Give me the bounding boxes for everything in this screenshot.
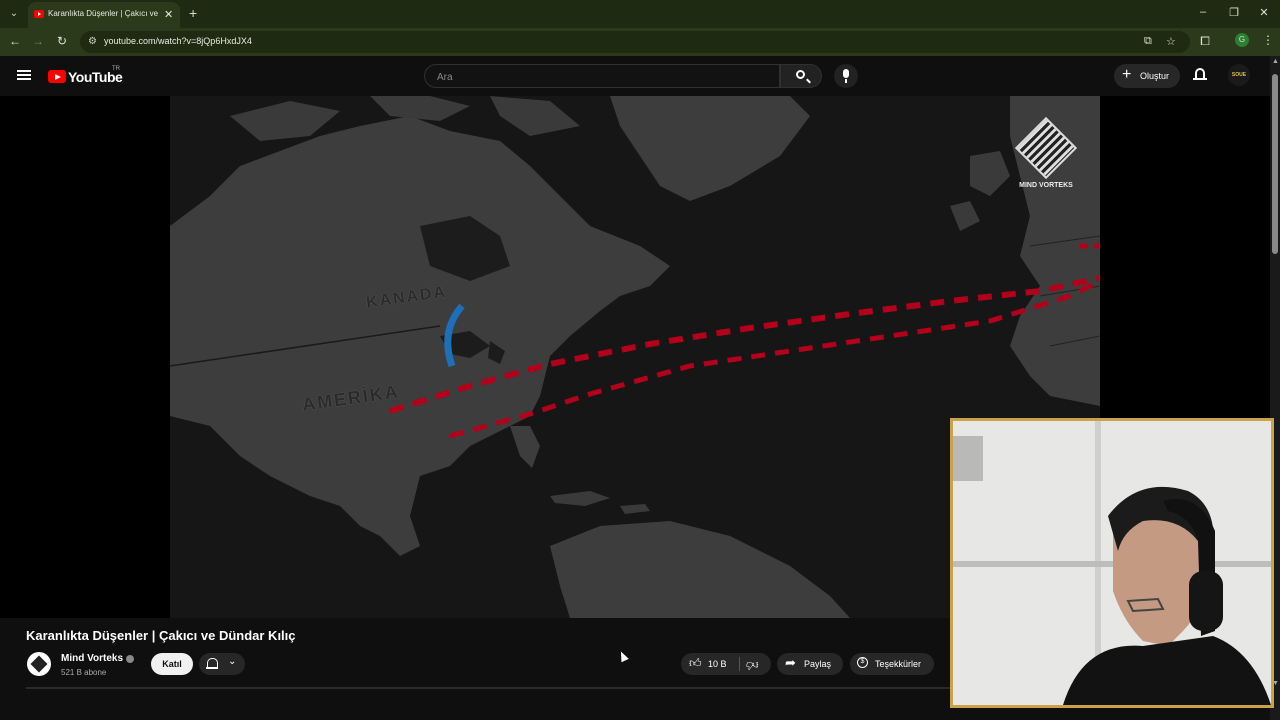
menu-icon[interactable]: ⋮ [1262,33,1274,47]
voice-search-button[interactable] [834,64,858,88]
dislike-icon[interactable]: 👍︎ [746,657,759,672]
subscriber-count: 521 B abone [61,668,107,677]
chevron-down-icon: ⌄ [228,656,237,667]
share-button[interactable]: ➦ Paylaş [777,653,843,675]
install-icon[interactable]: ⧉ [1144,35,1152,48]
mind-vorteks-logo-icon [1014,116,1078,180]
window-close-icon[interactable]: ✕ [1257,6,1271,19]
search-input[interactable] [435,65,769,89]
scroll-up-icon[interactable]: ▲ [1272,58,1279,65]
channel-watermark: MIND VORTEKS [1010,116,1082,189]
divider [739,657,740,671]
thanks-button[interactable]: $ Teşekkürler [850,653,934,675]
bell-icon[interactable] [1193,68,1207,80]
verified-icon [126,655,134,663]
url-text[interactable]: youtube.com/watch?v=8jQp6HxdJX4 [104,36,252,46]
search-icon [796,70,805,79]
mic-icon [843,69,849,83]
site-info-icon[interactable]: ⚙ [88,36,97,47]
address-bar[interactable]: ⚙ youtube.com/watch?v=8jQp6HxdJX4 ⧉ ☆ [80,31,1190,53]
search-box [424,64,780,89]
video-title: Karanlıkta Düşenler | Çakıcı ve Dündar K… [26,628,296,643]
restore-icon[interactable]: ❐ [1227,6,1241,19]
create-button[interactable]: + Oluştur [1114,64,1180,88]
browser-tab-bar: ⌄ Karanlıkta Düşenler | Çakıcı ve D ✕ + … [0,0,1280,28]
watermark-text: MIND VORTEKS [1019,182,1073,189]
youtube-header: YouTube TR + Oluştur SOUE [0,56,1280,96]
notification-button[interactable]: ⌄ [199,653,245,675]
reload-icon[interactable]: ↻ [55,34,69,48]
like-icon[interactable]: 👍︎ [689,656,702,671]
browser-toolbar: ← → ↻ ⚙ youtube.com/watch?v=8jQp6HxdJX4 … [0,28,1280,56]
browser-tab[interactable]: Karanlıkta Düşenler | Çakıcı ve D ✕ [28,2,180,28]
avatar[interactable]: SOUE [1228,64,1250,86]
tab-title: Karanlıkta Düşenler | Çakıcı ve D [48,9,160,18]
country-code: TR [112,66,120,72]
plus-icon: + [1122,66,1132,83]
extensions-icon[interactable]: ⧠ [1198,34,1212,49]
profile-avatar[interactable]: G [1235,33,1249,47]
join-button[interactable]: Katıl [151,653,193,675]
webcam-image [953,421,1271,705]
new-tab-icon[interactable]: + [189,5,197,21]
create-label: Oluştur [1140,71,1170,81]
tab-list-icon[interactable]: ⌄ [6,6,22,22]
divider [26,687,950,689]
channel-avatar[interactable] [27,652,51,676]
thanks-icon: $ [857,657,868,668]
scroll-thumb[interactable] [1272,74,1278,254]
star-icon[interactable]: ☆ [1166,35,1176,48]
thanks-label: Teşekkürler [875,659,922,669]
minimize-icon[interactable]: – [1196,6,1210,18]
channel-name[interactable]: Mind Vorteks [61,653,123,664]
back-icon[interactable]: ← [8,34,22,48]
like-count[interactable]: 10 B [708,659,727,669]
share-label: Paylaş [804,659,832,669]
mouse-cursor [617,649,629,663]
webcam-overlay [950,418,1274,708]
like-dislike-group: 👍︎ 10 B 👍︎ [681,653,771,675]
youtube-logo-icon[interactable] [48,70,66,83]
youtube-favicon-icon [34,10,44,18]
forward-icon[interactable]: → [31,34,45,48]
search-button[interactable] [780,64,822,88]
share-icon: ➦ [785,655,796,670]
hamburger-icon[interactable] [17,70,31,80]
close-icon[interactable]: ✕ [164,8,173,21]
